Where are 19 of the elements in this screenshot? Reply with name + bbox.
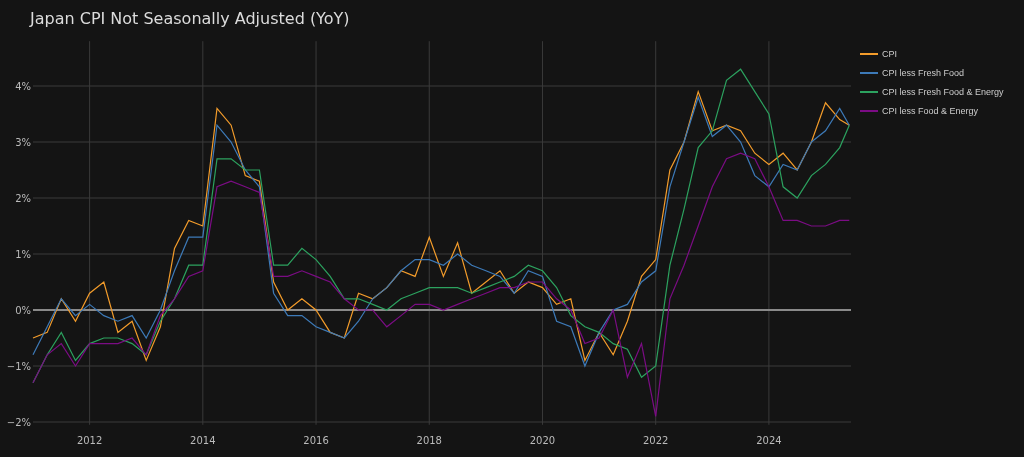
y-axis-tick-label: 3% [15, 137, 31, 148]
x-axis-tick-label: 2020 [529, 435, 556, 446]
x-axis-tick-label: 2014 [190, 435, 216, 446]
y-axis-tick-label: 4% [15, 81, 31, 92]
x-axis-tick-label: 2012 [76, 435, 103, 446]
y-axis-tick-label: 1% [15, 249, 31, 260]
x-axis-tick-label: 2016 [303, 435, 329, 446]
legend-label[interactable]: CPI less Fresh Food & Energy [882, 87, 1004, 97]
x-axis-tick-label: 2024 [756, 435, 782, 446]
x-axis-tick-label: 2018 [416, 435, 442, 446]
legend-label[interactable]: CPI less Food & Energy [882, 106, 979, 116]
y-axis-tick-label: −1% [6, 361, 31, 372]
y-axis-tick-label: 2% [15, 193, 31, 204]
legend-label[interactable]: CPI [882, 49, 897, 59]
y-axis-tick-label: −2% [6, 417, 31, 428]
y-axis-tick-label: 0% [15, 305, 31, 316]
legend-label[interactable]: CPI less Fresh Food [882, 68, 965, 78]
chart-title: Japan CPI Not Seasonally Adjusted (YoY) [30, 8, 350, 28]
x-axis-tick-label: 2022 [642, 435, 669, 446]
